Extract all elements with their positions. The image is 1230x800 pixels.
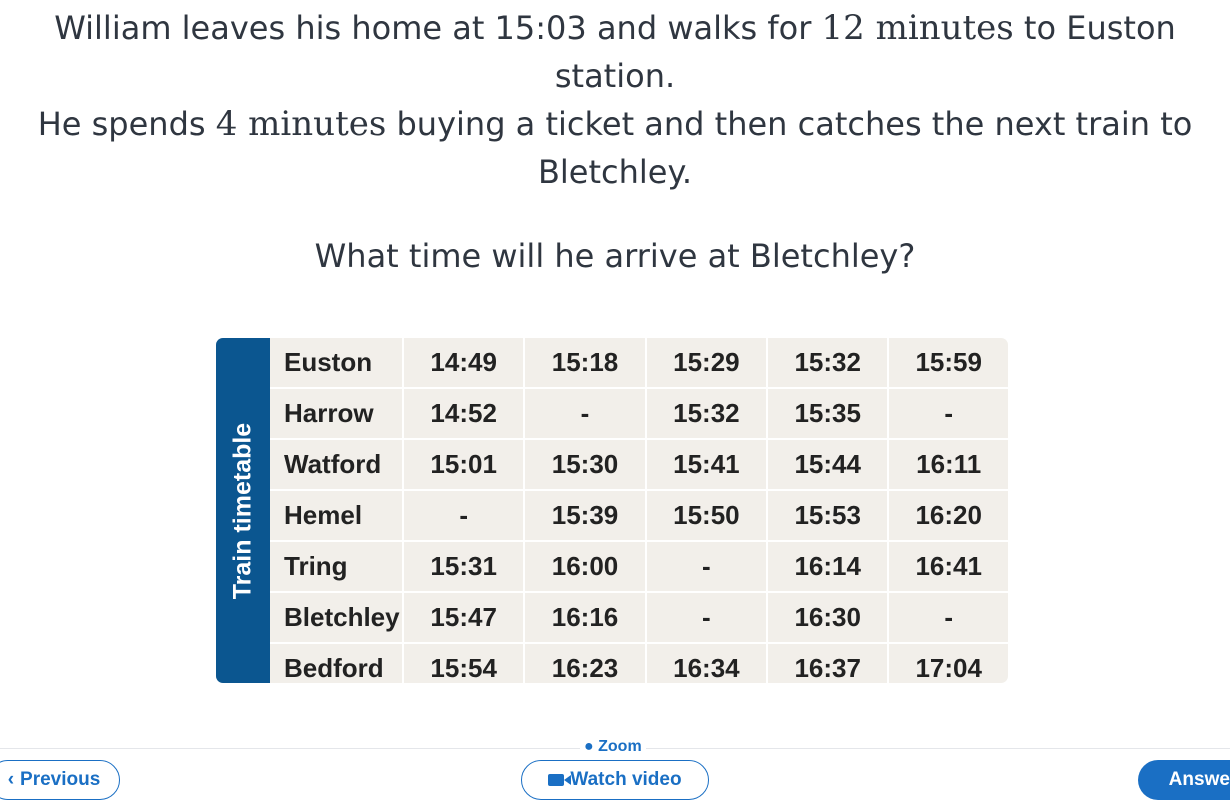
departure-time: -	[887, 387, 1008, 439]
departure-time: 16:00	[523, 540, 646, 592]
timetable-title: Train timetable	[228, 422, 257, 599]
zoom-label: Zoom	[598, 738, 642, 755]
timetable-row: Bedford 15:54 16:23 16:34 16:37 17:04	[270, 642, 1008, 683]
departure-time: 15:32	[766, 338, 889, 388]
departure-time: 16:34	[644, 642, 768, 683]
station-name: Euston	[284, 347, 373, 377]
departure-time: 15:50	[644, 489, 768, 541]
departure-time: -	[644, 591, 768, 643]
timetable-row: Harrow 14:52-15:32 15:35-	[270, 387, 1008, 439]
departure-time: 15:01	[401, 438, 525, 490]
answer-button[interactable]: Answer	[1138, 760, 1230, 800]
station-name: Tring	[270, 540, 403, 592]
departure-time: 15:35	[766, 387, 889, 439]
departure-time: 16:14	[766, 540, 889, 592]
timetable-row: Watford 15:01 15:30 15:41 15:44 16:11	[270, 438, 1008, 490]
departure-time: 15:54	[401, 642, 525, 683]
departure-time: 15:41	[644, 438, 768, 490]
answer-label: Answer	[1168, 769, 1230, 790]
departure-time: -	[644, 540, 768, 592]
departure-time: 16:11	[887, 438, 1008, 490]
timetable-row: Euston 14:49 15:18 15:29 15:32 15:59	[270, 338, 1008, 388]
station-name: Harrow	[270, 387, 403, 439]
station-name: Watford	[270, 438, 403, 490]
station-name: Hemel	[270, 489, 403, 541]
timetable-row: Bletchley 15:47 16:16-16:30-	[270, 591, 1008, 643]
timetable-row: Hemel -15:39 15:50 15:53 16:20	[270, 489, 1008, 541]
departure-time: -	[401, 489, 525, 541]
timetable-side-label: Train timetable	[216, 338, 270, 683]
departure-time: 15:32	[644, 387, 768, 439]
departure-time: 15:39	[523, 489, 646, 541]
departure-time: 14:49	[401, 338, 525, 388]
timetable-row: Tring 15:31 16:00-16:14 16:41	[270, 540, 1008, 592]
walk-duration-math: 12 minutes	[821, 8, 1014, 48]
question-line2-end: buying a ticket and then catches the nex…	[386, 105, 1193, 191]
question-prompt: What time will he arrive at Bletchley?	[314, 237, 916, 275]
watch-video-button[interactable]: Watch video	[521, 760, 709, 800]
departure-time: 16:23	[523, 642, 646, 683]
departure-time: -	[887, 591, 1008, 643]
watch-video-label: Watch video	[570, 769, 682, 790]
timetable-table: Euston 14:49 15:18 15:29 15:32 15:59 Harrow 14:…	[270, 338, 1008, 683]
zoom-icon: ●	[584, 738, 594, 755]
previous-button[interactable]: ‹ Previous	[0, 760, 120, 800]
departure-time: 15:18	[523, 338, 646, 388]
departure-time: 16:30	[766, 591, 889, 643]
station-name: Bletchley	[270, 591, 403, 643]
zoom-button[interactable]: ● Zoom	[580, 738, 646, 756]
train-timetable: Train timetable Euston 14:49 15:18 15:29 15:…	[216, 338, 1008, 683]
previous-label: Previous	[20, 769, 101, 790]
departure-time: 16:37	[766, 642, 889, 683]
departure-time: 16:41	[887, 540, 1008, 592]
departure-time: -	[523, 387, 646, 439]
departure-time: 16:16	[523, 591, 646, 643]
departure-time: 15:31	[401, 540, 525, 592]
departure-time: 14:52	[401, 387, 525, 439]
station-name: Bedford	[270, 642, 403, 683]
departure-time: 15:30	[523, 438, 646, 490]
departure-time: 15:53	[766, 489, 889, 541]
departure-time: 17:04	[887, 642, 1008, 683]
question-line2-start: He spends	[37, 105, 216, 143]
departure-time: 16:20	[887, 489, 1008, 541]
departure-time: 15:29	[644, 338, 768, 388]
question-line1-start: William leaves his home at 15:03 and wal…	[54, 9, 822, 47]
question-text: William leaves his home at 15:03 and wal…	[0, 4, 1230, 196]
departure-time: 15:47	[401, 591, 525, 643]
departure-time: 15:59	[887, 338, 1008, 388]
video-camera-icon	[548, 774, 572, 786]
ticket-duration-math: 4 minutes	[215, 104, 387, 144]
chevron-left-icon: ‹	[7, 769, 15, 790]
departure-time: 15:44	[766, 438, 889, 490]
